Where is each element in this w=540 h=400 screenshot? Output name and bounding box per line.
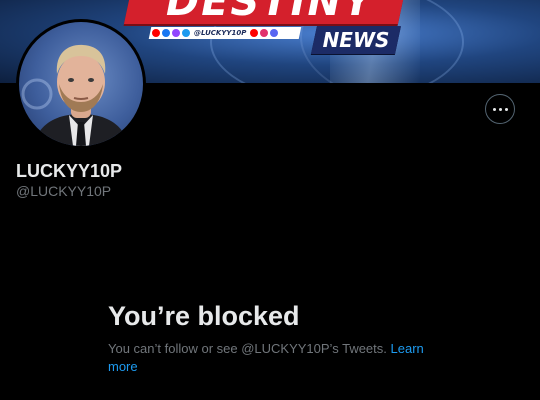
more-horizontal-icon <box>492 107 508 111</box>
display-name: LUCKYY10P <box>16 161 123 181</box>
banner-news-label: NEWS <box>322 28 390 52</box>
youtube-icon <box>250 29 259 37</box>
banner-logo-text: DESTINY <box>166 0 374 25</box>
twitter-icon <box>182 29 190 37</box>
blocked-description: You can’t follow or see @LUCKYY10P’s Twe… <box>108 341 387 356</box>
banner-handle: @LUCKYY10P <box>194 29 247 37</box>
blocked-description-block: You can’t follow or see @LUCKYY10P’s Twe… <box>108 340 438 376</box>
youtube-icon <box>152 29 160 37</box>
more-options-button[interactable] <box>485 94 515 124</box>
instagram-icon <box>260 29 269 37</box>
user-handle: @LUCKYY10P <box>16 183 112 199</box>
blocked-title: You’re blocked <box>108 301 300 331</box>
discord-icon <box>270 29 279 37</box>
avatar[interactable] <box>16 19 146 149</box>
facebook-icon <box>162 29 170 37</box>
twitch-icon <box>172 29 180 37</box>
avatar-photo <box>21 44 129 146</box>
banner-social-icons: @LUCKYY10P <box>152 27 279 39</box>
